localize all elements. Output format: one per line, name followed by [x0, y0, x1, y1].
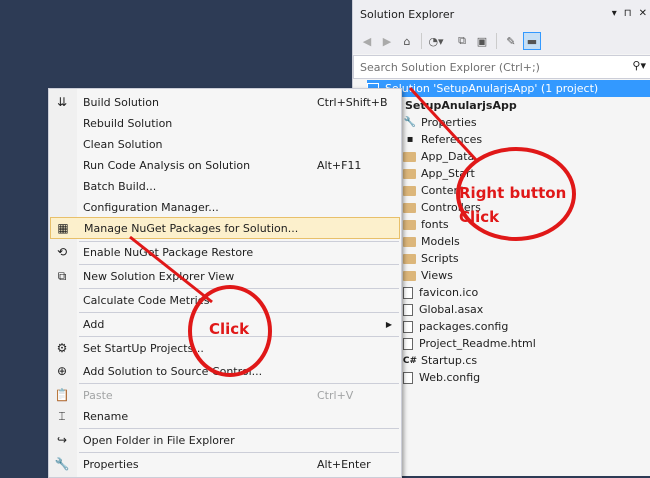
annotation-right-button-label: Right button: [459, 184, 567, 202]
annotation-pointer-line: [408, 86, 480, 164]
annotation-click-label: Click: [209, 320, 250, 338]
annotation-pointer-line: [129, 235, 213, 304]
annotation-click-label-second-line: Click: [459, 208, 500, 226]
annotation-overlay: [129, 86, 576, 377]
